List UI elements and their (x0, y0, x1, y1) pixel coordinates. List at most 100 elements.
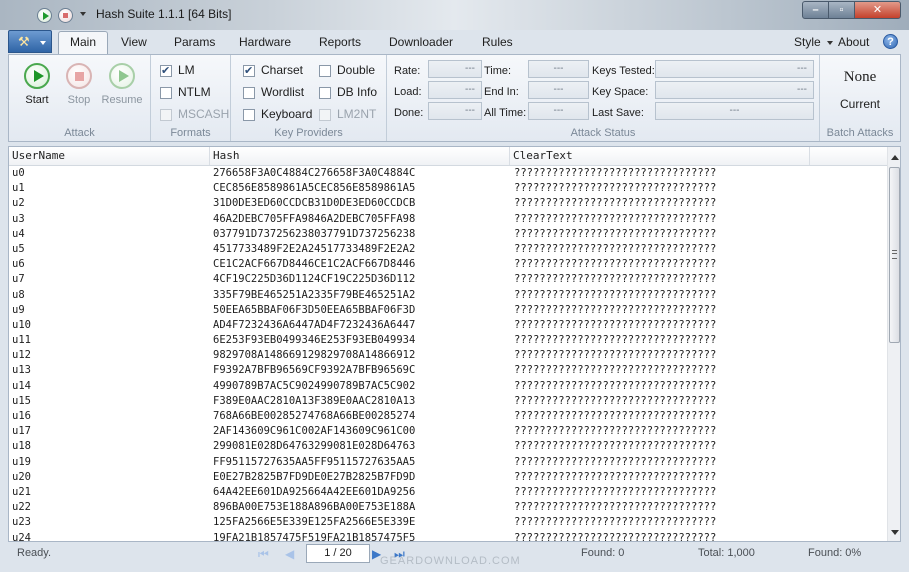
tab-params[interactable]: Params (172, 32, 217, 54)
page-indicator-input[interactable]: 1 / 20 (306, 544, 370, 563)
done-label: Done: (394, 107, 424, 119)
cell-cleartext: ???????????????????????????????? (514, 273, 717, 286)
cell-cleartext: ???????????????????????????????? (514, 258, 717, 271)
keyboard-checkbox[interactable]: Keyboard (243, 107, 312, 123)
column-header-cleartext[interactable]: ClearText (510, 147, 810, 165)
close-button[interactable]: ✕ (854, 1, 901, 19)
attack-status-group: Rate: --- Load: --- Done: --- Time: --- … (387, 55, 820, 141)
quick-access-dropdown-icon[interactable] (80, 12, 86, 16)
keyboard-label: Keyboard (261, 107, 313, 121)
table-row[interactable]: u9 50EEA65BBAF06F3D50EEA65BBAF06F3D??????… (9, 303, 887, 318)
quick-start-icon[interactable] (37, 8, 52, 23)
cell-cleartext: ???????????????????????????????? (514, 212, 717, 225)
table-row[interactable]: u15 F389E0AAC2810A13F389E0AAC2810A13?????… (9, 394, 887, 409)
resume-button[interactable]: Resume (100, 63, 144, 113)
tab-rules[interactable]: Rules (480, 32, 515, 54)
dbinfo-label: DB Info (337, 85, 378, 99)
tab-main[interactable]: Main (58, 31, 108, 55)
table-row[interactable]: u19 FF95115727635AA5FF95115727635AA5?????… (9, 455, 887, 470)
table-row[interactable]: u10 AD4F7232436A6447AD4F7232436A6447?????… (9, 318, 887, 333)
table-row[interactable]: u0 276658F3A0C4884C276658F3A0C4884C??????… (9, 166, 887, 181)
tab-view[interactable]: View (119, 32, 149, 54)
table-row[interactable]: u5 4517733489F2E2A24517733489F2E2A2??????… (9, 242, 887, 257)
lm2nt-checkbox[interactable]: LM2NT (319, 107, 376, 123)
done-value: --- (428, 102, 482, 120)
table-row[interactable]: u11 6E253F93EB0499346E253F93EB049934?????… (9, 333, 887, 348)
cell-hash: F389E0AAC2810A13F389E0AAC2810A13 (213, 394, 416, 407)
tab-hardware[interactable]: Hardware (237, 32, 293, 54)
table-row[interactable]: u1 CEC856E8589861A5CEC856E8589861A5??????… (9, 181, 887, 196)
table-row[interactable]: u7 4CF19C225D36D1124CF19C225D36D112??????… (9, 272, 887, 287)
column-header-hash[interactable]: Hash (210, 147, 510, 165)
scroll-down-icon[interactable] (891, 530, 899, 535)
first-page-icon[interactable]: ⏮ (258, 547, 269, 562)
table-row[interactable]: u20 E0E27B2825B7FD9DE0E27B2825B7FD9D?????… (9, 470, 887, 485)
stop-label: Stop (67, 94, 91, 106)
checkbox-checked-icon (160, 64, 172, 78)
cell-hash: CEC856E8589861A5CEC856E8589861A5 (213, 182, 416, 195)
double-checkbox[interactable]: Double (319, 63, 375, 79)
lm-checkbox[interactable]: LM (160, 63, 195, 79)
key-providers-group-label: Key Providers (274, 127, 343, 139)
cell-username: u9 (12, 303, 25, 316)
cell-cleartext: ???????????????????????????????? (514, 410, 717, 422)
table-header: UserName Hash ClearText (9, 147, 887, 166)
cell-hash: 4CF19C225D36D1124CF19C225D36D112 (213, 273, 416, 286)
ntlm-checkbox[interactable]: NTLM (160, 85, 211, 101)
batch-none-button[interactable]: None (820, 69, 900, 86)
tab-reports[interactable]: Reports (317, 32, 363, 54)
quick-stop-icon[interactable] (58, 8, 73, 23)
tab-downloader[interactable]: Downloader (387, 32, 455, 54)
keys-tested-value: --- (655, 60, 814, 78)
about-menu[interactable]: About (838, 35, 869, 49)
lm-label: LM (178, 63, 195, 77)
wordlist-checkbox[interactable]: Wordlist (243, 85, 304, 101)
table-row[interactable]: u13 F9392A7BFB96569CF9392A7BFB96569C?????… (9, 363, 887, 378)
scroll-up-icon[interactable] (891, 155, 899, 160)
table-row[interactable]: u12 9829708A148669129829708A14866912?????… (9, 348, 887, 363)
table-row[interactable]: u21 64A42EE601DA925664A42EE601DA9256?????… (9, 485, 887, 500)
cell-hash: 896BA00E753E188A896BA00E753E188A (213, 501, 416, 514)
maximize-button[interactable]: ▫ (828, 1, 855, 19)
ribbon-panel: Start Stop Resume Attack LM NTLM MSCASH … (8, 54, 901, 142)
previous-page-icon[interactable]: ◀ (285, 547, 294, 561)
table-row[interactable]: u18 299081E028D64763299081E028D64763?????… (9, 439, 887, 454)
style-menu[interactable]: Style (794, 35, 833, 49)
mscash-checkbox[interactable]: MSCASH (160, 107, 229, 123)
total-count: Total: 1,000 (698, 547, 755, 559)
stop-button[interactable]: Stop (57, 63, 101, 113)
help-icon[interactable]: ? (883, 34, 898, 49)
batch-current-button[interactable]: Current (820, 97, 900, 111)
dbinfo-checkbox[interactable]: DB Info (319, 85, 377, 101)
batch-attacks-group-label: Batch Attacks (826, 127, 894, 139)
table-row[interactable]: u23 125FA2566E5E339E125FA2566E5E339E?????… (9, 515, 887, 530)
column-header-username[interactable]: UserName (9, 147, 210, 165)
cell-cleartext: ???????????????????????????????? (514, 227, 717, 240)
cell-cleartext: ???????????????????????????????? (514, 485, 717, 498)
table-row[interactable]: u8 335F79BE465251A2335F79BE465251A2??????… (9, 288, 887, 303)
table-row[interactable]: u22 896BA00E753E188A896BA00E753E188A?????… (9, 500, 887, 515)
start-button[interactable]: Start (15, 63, 59, 113)
cell-username: u21 (12, 485, 31, 498)
app-menu-button[interactable]: ⚒ (8, 30, 52, 53)
cell-hash: 768A66BE00285274768A66BE00285274 (213, 410, 416, 422)
cell-hash: FF95115727635AA5FF95115727635AA5 (213, 455, 416, 468)
table-row[interactable]: u3 46A2DEBC705FFA9846A2DEBC705FFA98??????… (9, 212, 887, 227)
table-row[interactable]: u17 2AF143609C961C002AF143609C961C00?????… (9, 424, 887, 439)
time-label: Time: (484, 65, 512, 77)
vertical-scrollbar[interactable] (887, 147, 900, 541)
minimize-button[interactable]: – (802, 1, 829, 19)
table-row[interactable]: u14 4990789B7AC5C9024990789B7AC5C902?????… (9, 379, 887, 394)
alltime-value: --- (528, 102, 589, 120)
cell-hash: 46A2DEBC705FFA9846A2DEBC705FFA98 (213, 212, 416, 225)
table-row[interactable]: u4 037791D737256238037791D737256238??????… (9, 227, 887, 242)
table-row[interactable]: u24 19FA21B1857475F519FA21B1857475F5?????… (9, 531, 887, 542)
rate-value: --- (428, 60, 482, 78)
charset-checkbox[interactable]: Charset (243, 63, 303, 79)
table-row[interactable]: u16 768A66BE00285274768A66BE00285274?????… (9, 409, 887, 424)
scrollbar-thumb[interactable] (889, 167, 900, 343)
cell-hash: 4990789B7AC5C9024990789B7AC5C902 (213, 379, 416, 392)
cell-username: u13 (12, 364, 31, 377)
table-row[interactable]: u6 CE1C2ACF667D8446CE1C2ACF667D8446??????… (9, 257, 887, 272)
table-row[interactable]: u2 31D0DE3ED60CCDCB31D0DE3ED60CCDCB??????… (9, 196, 887, 211)
